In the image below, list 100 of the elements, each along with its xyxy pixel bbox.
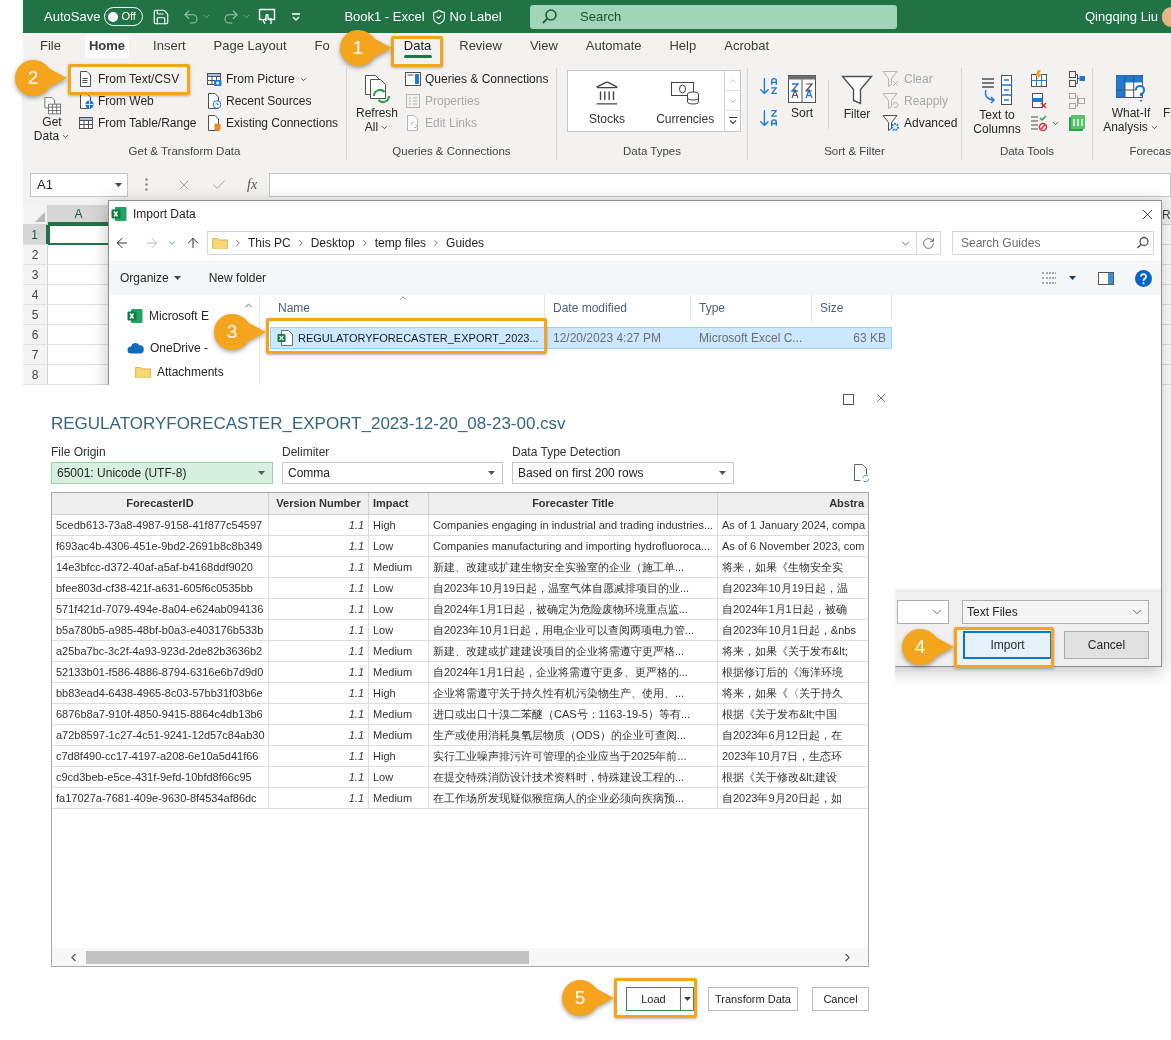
search-icon[interactable] [1132, 231, 1154, 255]
shield-icon[interactable] [430, 8, 447, 25]
formula-input[interactable] [269, 172, 1171, 197]
user-name[interactable]: Qingqing Liu [1085, 6, 1158, 27]
file-type-dropdown[interactable]: Text Files [962, 600, 1149, 624]
refresh-preview-icon[interactable] [853, 464, 869, 482]
dialog-button[interactable]: Cancel [1064, 631, 1149, 659]
view-options-icon[interactable] [1041, 271, 1057, 285]
nav-item[interactable]: Attachments [109, 361, 226, 383]
consolidate-icon[interactable] [1068, 70, 1086, 88]
ribbon-button[interactable]: Sort [784, 74, 820, 120]
column-header[interactable]: Size [812, 295, 892, 321]
ribbon-button[interactable]: Filter [837, 74, 877, 121]
preview-pane-icon[interactable] [1098, 271, 1114, 285]
grip-icon[interactable] [145, 178, 148, 191]
path-segment[interactable]: Guides [446, 234, 485, 252]
row-header[interactable]: 1 [23, 225, 48, 244]
address-bar[interactable]: This PC Desktop temp files Guides [207, 231, 917, 255]
expand-gallery-icon[interactable] [727, 116, 738, 126]
customize-toolbar-icon[interactable] [291, 11, 302, 22]
ribbon-button[interactable]: Recent Sources [203, 90, 315, 112]
touch-mode-icon[interactable] [258, 7, 277, 26]
sort-ascending-icon[interactable] [758, 75, 780, 97]
ribbon-button[interactable]: Advanced [879, 112, 961, 134]
option-dropdown[interactable]: Comma [282, 462, 503, 484]
option-dropdown[interactable]: 65001: Unicode (UTF-8) [51, 462, 273, 484]
flash-fill-icon[interactable] [1030, 70, 1048, 88]
restore-icon[interactable] [843, 394, 854, 405]
column-header[interactable]: Type [691, 295, 812, 321]
path-segment[interactable]: This PC [248, 234, 291, 252]
sensitivity-label[interactable]: No Label [449, 6, 502, 27]
ribbon-tab[interactable]: File [36, 35, 65, 58]
path-segment[interactable]: temp files [374, 234, 427, 252]
help-icon[interactable] [1135, 269, 1152, 287]
column-header[interactable]: Name [270, 295, 545, 321]
name-box[interactable]: A1 [30, 172, 128, 197]
column-header[interactable]: Abstra [718, 493, 868, 514]
nav-item[interactable]: Microsoft E [109, 305, 211, 327]
ribbon-tab[interactable]: Acrobat [720, 35, 774, 58]
load-split-button[interactable]: Load [626, 987, 694, 1011]
close-icon[interactable] [874, 391, 888, 405]
ribbon-button[interactable]: From Table/Range [75, 112, 200, 134]
row-header[interactable]: 2 [23, 245, 48, 264]
ribbon-button[interactable]: From Picture [203, 68, 311, 90]
ribbon-button[interactable]: Text to Columns [968, 74, 1026, 136]
ribbon-button[interactable]: From Web [75, 90, 157, 112]
row-header[interactable]: 6 [23, 325, 48, 344]
column-header[interactable]: Version Number [269, 493, 369, 514]
sort-descending-icon[interactable] [758, 107, 780, 129]
toolbar-button[interactable]: New folder [208, 269, 267, 287]
row-header[interactable]: 3 [23, 265, 48, 284]
redo-icon[interactable] [222, 7, 241, 26]
ribbon-tab[interactable]: Review [455, 35, 506, 58]
remove-duplicates-icon[interactable] [1030, 92, 1048, 110]
gallery-item[interactable]: Currencies [646, 71, 725, 131]
ribbon-tab[interactable]: Page Layout [209, 35, 291, 58]
ribbon-button[interactable]: Refresh All [354, 74, 400, 134]
ribbon-button[interactable]: From Text/CSV [75, 68, 183, 90]
back-icon[interactable] [114, 235, 130, 251]
scrollbar-thumb[interactable] [86, 950, 529, 964]
up-icon[interactable] [185, 235, 201, 251]
data-model-icon[interactable] [1068, 114, 1086, 132]
dialog-button[interactable]: Transform Data [708, 987, 798, 1011]
undo-icon[interactable] [182, 7, 201, 26]
ribbon-button[interactable]: Queries & Connections [402, 68, 552, 90]
column-header[interactable]: ForecasterID [52, 493, 269, 514]
ribbon-button[interactable]: F [1163, 106, 1171, 121]
save-icon[interactable] [152, 7, 171, 26]
ribbon-button[interactable]: What-If Analysis [1099, 74, 1163, 134]
column-header[interactable]: R [1162, 205, 1171, 224]
column-header[interactable]: Date modified [545, 295, 691, 321]
row-header[interactable]: 7 [23, 345, 48, 364]
toolbar-button[interactable]: Organize [120, 269, 181, 287]
nav-item[interactable]: OneDrive - [109, 337, 210, 359]
row-header[interactable]: 4 [23, 285, 48, 304]
search-icon[interactable] [530, 4, 564, 29]
file-row[interactable]: REGULATORYFORECASTER_EXPORT_2023... 12/20/2023 4:27 PM Microsoft Excel C... 63 KB [270, 327, 892, 349]
row-header[interactable]: 8 [23, 365, 48, 384]
ribbon-button[interactable]: Get Data [31, 97, 73, 143]
dialog-button[interactable]: Import [963, 631, 1052, 659]
insert-function-button[interactable]: fx [247, 174, 258, 195]
ribbon-tab[interactable]: Insert [149, 35, 190, 58]
option-dropdown[interactable]: Based on first 200 rows [512, 462, 734, 484]
ribbon-tab[interactable]: View [525, 35, 562, 58]
ribbon-tab[interactable]: Home [84, 35, 130, 58]
dialog-button[interactable]: Cancel [812, 987, 869, 1011]
ribbon-tab[interactable]: Data [399, 35, 436, 58]
path-segment[interactable]: Desktop [310, 234, 355, 252]
ribbon-tab[interactable]: Help [665, 35, 701, 58]
column-header[interactable]: Impact [369, 493, 429, 514]
column-header[interactable]: A [48, 205, 110, 224]
gallery-item[interactable]: Stocks [568, 71, 647, 131]
avatar-icon[interactable] [1162, 6, 1171, 27]
ribbon-tab[interactable]: Automate [581, 35, 646, 58]
ribbon-button[interactable]: Existing Connections [203, 112, 342, 134]
search-field[interactable]: Search [564, 4, 897, 29]
row-header[interactable]: 5 [23, 305, 48, 324]
column-header[interactable]: Forecaster Title [429, 493, 718, 514]
refresh-button[interactable] [917, 231, 941, 255]
data-validation-icon[interactable] [1030, 114, 1048, 132]
